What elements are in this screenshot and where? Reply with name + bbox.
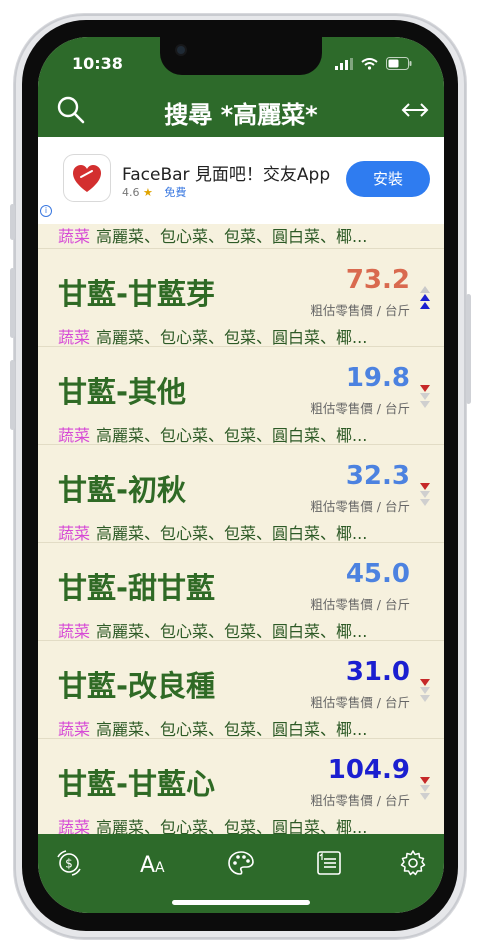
alias-list: 高麗菜、包心菜、包菜、圓白菜、椰... — [96, 227, 368, 246]
swap-horizontal-icon[interactable] — [400, 95, 430, 125]
item-name: 甘藍-初秋 — [58, 473, 187, 507]
item-name: 甘藍-改良種 — [58, 669, 216, 703]
item-tags: 蔬菜 高麗菜、包心菜、包菜、圓白菜、椰... — [58, 814, 367, 834]
alias-list: 高麗菜、包心菜、包菜、圓白菜、椰... — [96, 818, 368, 834]
item-price: 104.9 — [327, 755, 410, 785]
trend-down-icon — [420, 777, 430, 800]
alias-list: 高麗菜、包心菜、包菜、圓白菜、椰... — [96, 720, 368, 739]
trend-down-icon — [420, 385, 430, 408]
list-item[interactable]: 甘藍-初秋 32.3 粗估零售價 / 台斤 蔬菜 高麗菜、包心菜、包菜、圓白菜、椰… — [38, 444, 444, 543]
price-unit: 粗估零售價 / 台斤 — [310, 401, 410, 416]
list-item[interactable]: 甘藍-改良種 31.0 粗估零售價 / 台斤 蔬菜 高麗菜、包心菜、包菜、圓白菜、… — [38, 640, 444, 739]
ad-rating: 4.6 — [122, 186, 140, 199]
ad-info-icon[interactable]: i — [40, 205, 52, 217]
price-unit: 粗估零售價 / 台斤 — [310, 597, 410, 612]
install-button[interactable]: 安裝 — [346, 161, 430, 197]
item-tags: 蔬菜 高麗菜、包心菜、包菜、圓白菜、椰... — [58, 716, 367, 740]
svg-text:$: $ — [65, 857, 73, 871]
font-size-icon[interactable]: A A — [138, 848, 168, 878]
trend-up-icon — [420, 286, 430, 309]
list-item[interactable]: 甘藍-甜甘藍 45.0 粗估零售價 / 台斤 蔬菜 高麗菜、包心菜、包菜、圓白菜、… — [38, 542, 444, 641]
category-label: 蔬菜 — [58, 524, 91, 543]
partial-row-tags[interactable]: 蔬菜 高麗菜、包心菜、包菜、圓白菜、椰... — [58, 224, 367, 247]
item-price: 45.0 — [345, 559, 410, 589]
volume-up-button — [10, 268, 15, 338]
alias-list: 高麗菜、包心菜、包菜、圓白菜、椰... — [96, 328, 368, 347]
gear-icon[interactable] — [398, 848, 428, 878]
item-price: 19.8 — [345, 363, 410, 393]
mute-switch — [10, 204, 15, 240]
price-unit: 粗估零售價 / 台斤 — [310, 499, 410, 514]
alias-list: 高麗菜、包心菜、包菜、圓白菜、椰... — [96, 426, 368, 445]
ad-meta: 4.6 ★ 免費 — [122, 184, 186, 200]
heart-icon — [73, 165, 101, 192]
category-label: 蔬菜 — [58, 622, 91, 641]
list-item[interactable]: 甘藍-甘藍心 104.9 粗估零售價 / 台斤 蔬菜 高麗菜、包心菜、包菜、圓白菜… — [38, 738, 444, 834]
signal-icon — [335, 57, 353, 70]
item-name: 甘藍-其他 — [58, 375, 187, 409]
results-list[interactable]: 蔬菜 高麗菜、包心菜、包菜、圓白菜、椰... 甘藍-甘藍芽 73.2 粗估零售價 … — [38, 224, 444, 834]
category-label: 蔬菜 — [58, 426, 91, 445]
status-time: 10:38 — [72, 54, 123, 73]
item-name: 甘藍-甜甘藍 — [58, 571, 216, 605]
price-unit: 粗估零售價 / 台斤 — [310, 695, 410, 710]
screen: 10:38 搜尋 *高麗菜* FaceBar 見面吧！交友App 4.6 ★ 免… — [38, 37, 444, 913]
list-item[interactable]: 甘藍-其他 19.8 粗估零售價 / 台斤 蔬菜 高麗菜、包心菜、包菜、圓白菜、椰… — [38, 346, 444, 445]
ad-app-icon[interactable] — [64, 155, 110, 201]
svg-text:A: A — [140, 853, 155, 878]
price-unit: 粗估零售價 / 台斤 — [310, 793, 410, 808]
power-button — [466, 294, 471, 404]
notch — [160, 37, 322, 75]
item-price: 73.2 — [345, 265, 410, 295]
price-unit: 粗估零售價 / 台斤 — [310, 303, 410, 318]
home-indicator[interactable] — [172, 900, 310, 905]
item-tags: 蔬菜 高麗菜、包心菜、包菜、圓白菜、椰... — [58, 618, 367, 642]
list-icon[interactable] — [314, 848, 344, 878]
palette-icon[interactable] — [226, 848, 256, 878]
alias-list: 高麗菜、包心菜、包菜、圓白菜、椰... — [96, 524, 368, 543]
item-name: 甘藍-甘藍芽 — [58, 277, 216, 311]
status-icons — [335, 57, 412, 70]
ad-app-name[interactable]: FaceBar 見面吧！交友App — [122, 160, 330, 185]
page-title: 搜尋 *高麗菜* — [164, 101, 318, 129]
category-label: 蔬菜 — [58, 328, 91, 347]
ad-banner[interactable]: FaceBar 見面吧！交友App 4.6 ★ 免費 安裝 i — [38, 137, 444, 224]
wifi-icon — [361, 57, 378, 70]
item-price: 31.0 — [345, 657, 410, 687]
svg-text:A: A — [155, 860, 165, 876]
item-name: 甘藍-甘藍心 — [58, 767, 216, 801]
volume-down-button — [10, 360, 15, 430]
star-icon: ★ — [143, 186, 153, 199]
currency-exchange-icon[interactable]: $ — [54, 848, 84, 878]
alias-list: 高麗菜、包心菜、包菜、圓白菜、椰... — [96, 622, 368, 641]
item-tags: 蔬菜 高麗菜、包心菜、包菜、圓白菜、椰... — [58, 422, 367, 446]
front-camera — [177, 46, 185, 54]
list-item[interactable]: 甘藍-甘藍芽 73.2 粗估零售價 / 台斤 蔬菜 高麗菜、包心菜、包菜、圓白菜、… — [38, 248, 444, 347]
ad-price: 免費 — [164, 186, 187, 199]
trend-down-icon — [420, 483, 430, 506]
item-tags: 蔬菜 高麗菜、包心菜、包菜、圓白菜、椰... — [58, 520, 367, 544]
trend-down-icon — [420, 679, 430, 702]
category-label: 蔬菜 — [58, 227, 91, 246]
item-tags: 蔬菜 高麗菜、包心菜、包菜、圓白菜、椰... — [58, 324, 367, 348]
battery-icon — [386, 57, 412, 70]
category-label: 蔬菜 — [58, 818, 91, 834]
category-label: 蔬菜 — [58, 720, 91, 739]
item-price: 32.3 — [345, 461, 410, 491]
